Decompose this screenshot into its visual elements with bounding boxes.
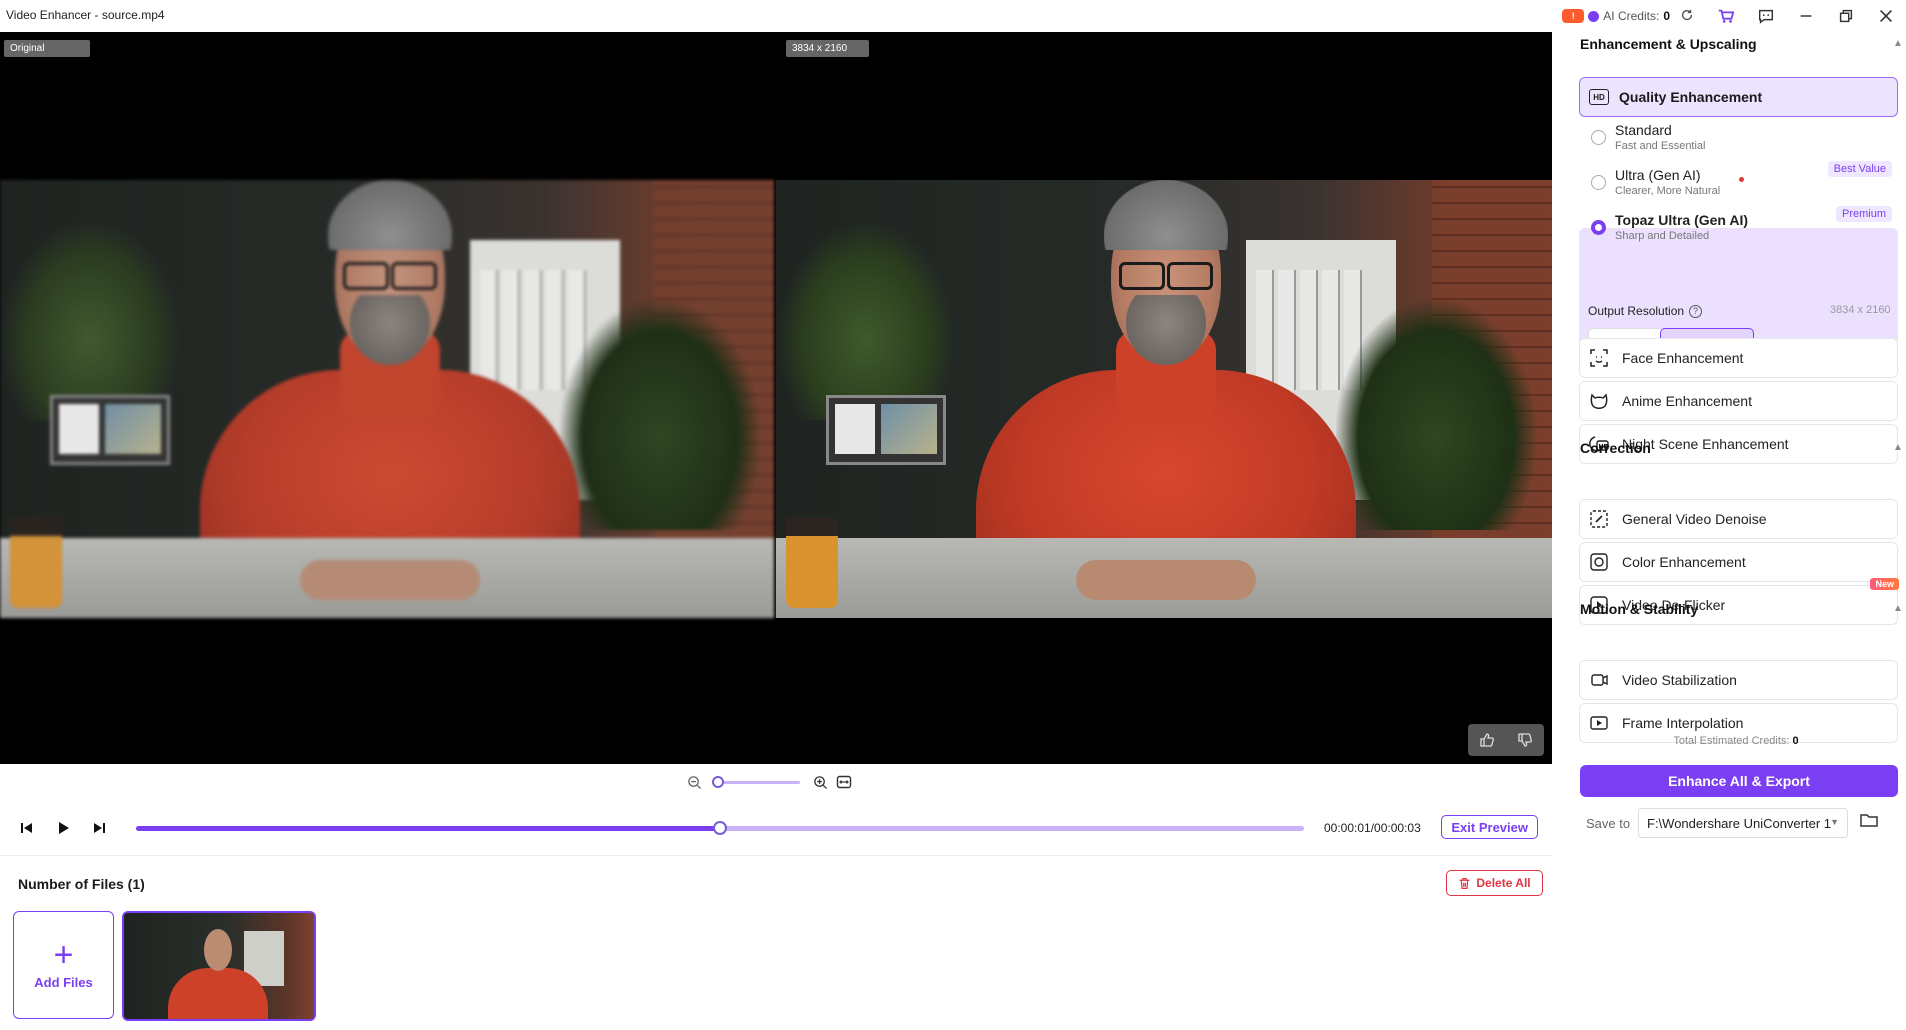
tool-label: Video Stabilization <box>1622 672 1737 688</box>
radio-standard[interactable] <box>1591 130 1606 145</box>
thumbs-up-icon[interactable] <box>1474 729 1500 751</box>
total-credits-label: Total Estimated Credits: <box>1673 735 1790 747</box>
feedback-chat-icon[interactable] <box>1746 0 1786 32</box>
timeline-scrubber[interactable] <box>136 820 1304 835</box>
rating-buttons <box>1468 724 1544 756</box>
option-subtitle: Clearer, More Natural <box>1615 185 1721 197</box>
option-subtitle: Fast and Essential <box>1615 140 1706 152</box>
playback-bar: 00:00:01/00:00:03 Exit Preview <box>16 815 1552 841</box>
previous-frame-icon[interactable] <box>16 817 38 839</box>
save-path-select[interactable]: F:\Wondershare UniConverter 1 ▼ <box>1638 808 1848 838</box>
enhance-all-export-button[interactable]: Enhance All & Export <box>1580 765 1898 797</box>
close-icon[interactable] <box>1866 0 1906 32</box>
section-motion-header: Motion & Stability <box>1580 601 1699 617</box>
best-value-badge: Best Value <box>1827 161 1892 177</box>
add-files-label: Add Files <box>34 974 93 990</box>
tool-label: General Video Denoise <box>1622 511 1767 527</box>
trash-icon <box>1460 877 1470 889</box>
timeline-playhead[interactable] <box>713 820 727 835</box>
denoise-wand-icon <box>1588 508 1610 530</box>
face-enhancement-button[interactable]: Face Enhancement <box>1579 338 1898 378</box>
credits-label: AI Credits: <box>1603 9 1660 23</box>
next-frame-icon[interactable] <box>88 817 110 839</box>
save-to-label: Save to <box>1586 816 1631 831</box>
original-label: Original <box>4 40 90 57</box>
resolution-label: 3834 x 2160 <box>786 40 869 57</box>
color-enhancement-button[interactable]: Color Enhancement <box>1579 542 1898 582</box>
collapse-caret-icon[interactable]: ▲ <box>1893 442 1903 453</box>
minimize-icon[interactable] <box>1786 0 1826 32</box>
option-topaz[interactable]: Topaz Ultra (Gen AI) Sharp and Detailed … <box>1579 198 1898 252</box>
tool-label: Face Enhancement <box>1622 350 1744 366</box>
delete-all-button[interactable]: Delete All <box>1446 870 1543 896</box>
fit-to-window-icon[interactable] <box>836 774 852 790</box>
refresh-icon[interactable] <box>1680 8 1694 25</box>
timecode: 00:00:01/00:00:03 <box>1324 821 1421 835</box>
tool-label: Frame Interpolation <box>1622 715 1744 731</box>
zoom-out-icon[interactable] <box>686 774 702 790</box>
zoom-in-icon[interactable] <box>812 774 828 790</box>
settings-panel: Enhancement & Upscaling ▲ HD Quality Enh… <box>1566 32 1906 1030</box>
total-credits-value: 0 <box>1792 735 1799 747</box>
output-resolution-label: Output Resolution <box>1588 304 1685 318</box>
original-video-pane <box>0 180 774 618</box>
thumbs-down-icon[interactable] <box>1512 729 1538 751</box>
divider <box>0 855 1552 856</box>
folder-icon[interactable] <box>1860 812 1882 834</box>
section-correction-header: Correction <box>1580 440 1651 456</box>
general-video-denoise-button[interactable]: General Video Denoise <box>1579 499 1898 539</box>
anime-enhancement-button[interactable]: Anime Enhancement <box>1579 381 1898 421</box>
hd-icon: HD <box>1589 89 1609 105</box>
delete-all-label: Delete All <box>1476 876 1531 890</box>
zoom-bar <box>686 774 852 790</box>
tool-label: Anime Enhancement <box>1622 393 1752 409</box>
output-resolution: Output Resolution ? <box>1588 304 1703 318</box>
collapse-caret-icon[interactable]: ▲ <box>1893 38 1903 49</box>
radio-topaz[interactable] <box>1591 220 1606 235</box>
files-count-header: Number of Files (1) <box>18 876 145 892</box>
zoom-slider[interactable] <box>712 775 800 788</box>
anime-icon <box>1588 390 1610 412</box>
window-title: Video Enhancer - source.mp4 <box>6 8 165 22</box>
radio-ultra[interactable] <box>1591 175 1606 190</box>
help-icon[interactable]: ? <box>1689 304 1703 318</box>
new-badge: New <box>1870 578 1899 590</box>
collapse-caret-icon[interactable]: ▲ <box>1893 603 1903 614</box>
option-name: Topaz Ultra (Gen AI) <box>1615 212 1748 228</box>
ai-credits[interactable]: ! AI Credits: 0 <box>1562 8 1694 25</box>
exit-preview-button[interactable]: Exit Preview <box>1441 815 1538 839</box>
play-icon[interactable] <box>52 817 74 839</box>
option-subtitle: Sharp and Detailed <box>1615 230 1710 242</box>
timeline-progress <box>136 825 720 831</box>
video-stabilization-button[interactable]: Video Stabilization <box>1579 660 1898 700</box>
output-resolution-value: 3834 x 2160 <box>1830 304 1891 316</box>
credits-gift-icon[interactable]: ! <box>1562 9 1585 23</box>
restore-icon[interactable] <box>1826 0 1866 32</box>
option-name: Ultra (Gen AI) <box>1615 167 1701 183</box>
save-path-value: F:\Wondershare UniConverter 1 <box>1647 815 1832 831</box>
title-bar: Video Enhancer - source.mp4 ! AI Credits… <box>0 0 1906 32</box>
chevron-down-icon: ▼ <box>1830 817 1839 827</box>
premium-badge: Premium <box>1835 206 1892 222</box>
credits-coin-icon <box>1588 10 1600 22</box>
file-thumbnail[interactable] <box>122 911 316 1021</box>
video-preview[interactable]: Original 3834 x 2160 <box>0 32 1552 764</box>
stabilization-camera-icon <box>1588 669 1610 691</box>
frame-interpolation-icon <box>1588 712 1610 734</box>
total-estimated-credits: Total Estimated Credits: 0 <box>1566 735 1906 747</box>
quality-enhancement-label: Quality Enhancement <box>1619 89 1763 105</box>
credits-value: 0 <box>1663 9 1670 23</box>
tool-label: Color Enhancement <box>1622 554 1746 570</box>
zoom-slider-knob[interactable] <box>712 775 724 788</box>
color-palette-icon <box>1588 551 1610 573</box>
cart-icon[interactable] <box>1706 0 1746 32</box>
option-name: Standard <box>1615 122 1672 138</box>
add-files-button[interactable]: + Add Files <box>13 911 114 1019</box>
enhanced-video-pane <box>776 180 1552 618</box>
section-enhancement-header: Enhancement & Upscaling <box>1580 36 1757 52</box>
plus-icon: + <box>53 935 74 974</box>
new-indicator-dot <box>1739 177 1744 182</box>
face-scan-icon <box>1588 347 1610 369</box>
